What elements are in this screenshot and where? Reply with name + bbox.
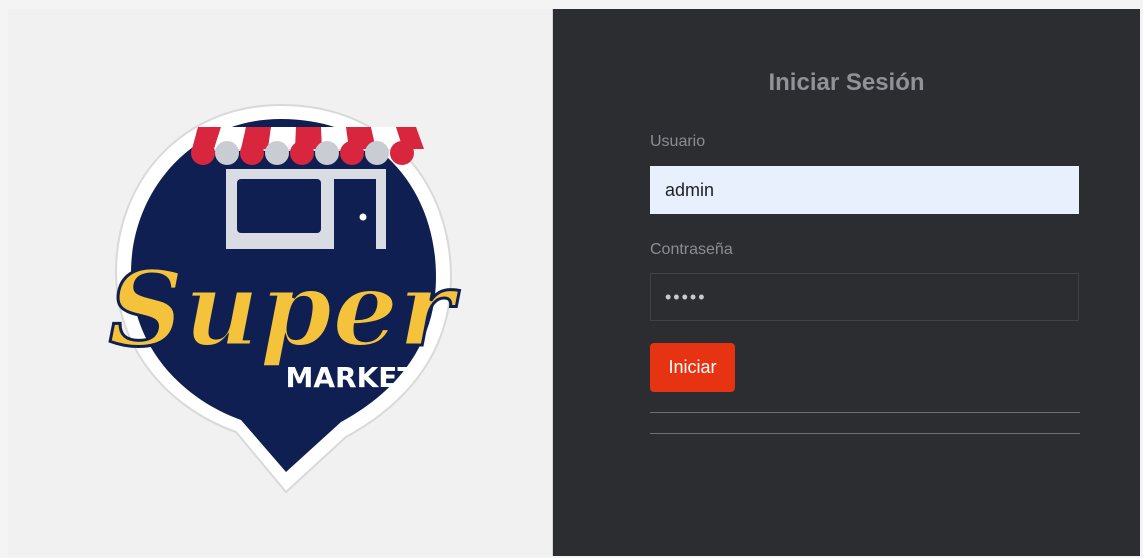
- logo-subword: MARKET: [285, 361, 416, 394]
- password-label: Contraseña: [650, 241, 733, 258]
- login-button[interactable]: Iniciar: [650, 343, 735, 392]
- login-title: Iniciar Sesión: [768, 69, 925, 96]
- supermarket-logo: Super MARKET: [86, 87, 476, 507]
- username-input[interactable]: [650, 166, 1079, 214]
- password-input[interactable]: [650, 273, 1079, 321]
- logo-panel: Super MARKET: [8, 9, 553, 556]
- login-panel: Iniciar Sesión Usuario Contraseña Inicia…: [553, 9, 1140, 556]
- divider: [650, 412, 1080, 413]
- username-label: Usuario: [650, 133, 706, 150]
- logo-word: Super: [109, 247, 461, 370]
- login-page: Super MARKET Iniciar Sesión Usuario Cont…: [8, 9, 1140, 556]
- supermarket-logo-graphic: Super MARKET: [107, 103, 462, 494]
- divider: [650, 433, 1080, 434]
